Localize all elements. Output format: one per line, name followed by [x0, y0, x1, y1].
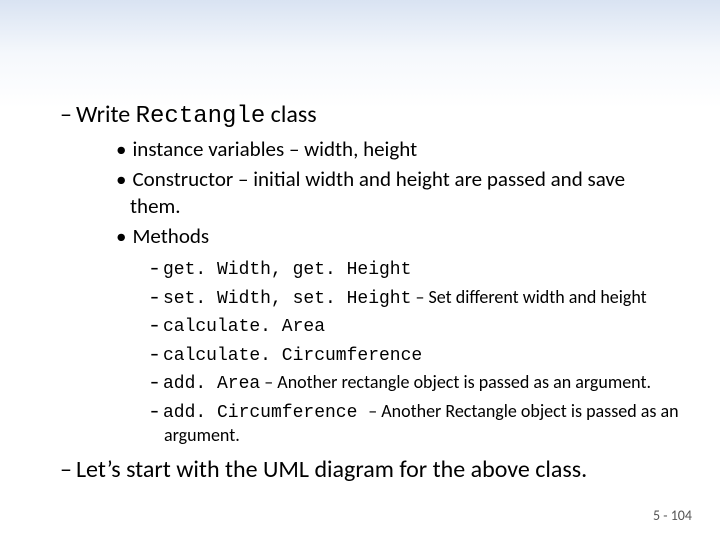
- dash-icon: –: [60, 100, 72, 129]
- code-text: calculate. Area: [163, 317, 325, 337]
- code-text: calculate. Circumference: [163, 346, 422, 366]
- method-get: –get. Width, get. Height: [150, 257, 680, 282]
- method-add-area: –add. Area – Another rectangle object is…: [150, 371, 680, 396]
- dash-icon: –: [60, 455, 72, 484]
- bullet-icon: •: [116, 136, 126, 162]
- dash-icon: –: [150, 314, 159, 336]
- heading-uml: –Let’s start with the UML diagram for th…: [60, 455, 680, 485]
- bullet-icon: •: [116, 223, 126, 249]
- bullet-methods: •Methods: [116, 223, 680, 249]
- text: – Set different width and height: [411, 286, 646, 308]
- bullet-instance-vars: •instance variables – width, height: [116, 136, 680, 162]
- code-text: get. Width, get. Height: [163, 260, 411, 280]
- code-text: add. Circumference: [163, 403, 368, 423]
- text: Constructor – initial width and height a…: [130, 166, 625, 218]
- method-circumference: –calculate. Circumference: [150, 343, 680, 368]
- code-text: Rectangle: [136, 103, 266, 130]
- slide: –Write Rectangle class •instance variabl…: [0, 0, 720, 540]
- dash-icon: –: [150, 257, 159, 279]
- dash-icon: –: [150, 286, 159, 308]
- bullet-constructor: •Constructor – initial width and height …: [116, 166, 680, 219]
- bullet-icon: •: [116, 166, 126, 192]
- method-area: –calculate. Area: [150, 314, 680, 339]
- heading-write-rectangle: –Write Rectangle class: [60, 100, 680, 132]
- text: Methods: [132, 223, 209, 249]
- method-set: –set. Width, set. Height – Set different…: [150, 286, 680, 311]
- method-add-circumference: –add. Circumference – Another Rectangle …: [150, 400, 680, 447]
- text: – Another rectangle object is passed as …: [260, 371, 651, 393]
- code-text: add. Area: [163, 374, 260, 394]
- text: Let’s start with the UML diagram for the…: [76, 455, 587, 484]
- dash-icon: –: [150, 400, 159, 422]
- dash-icon: –: [150, 343, 159, 365]
- page-number: 5 - 104: [653, 507, 692, 524]
- dash-icon: –: [150, 371, 159, 393]
- text: class: [265, 100, 316, 129]
- text: Write: [76, 100, 136, 129]
- text: instance variables – width, height: [132, 136, 417, 162]
- code-text: set. Width, set. Height: [163, 289, 411, 309]
